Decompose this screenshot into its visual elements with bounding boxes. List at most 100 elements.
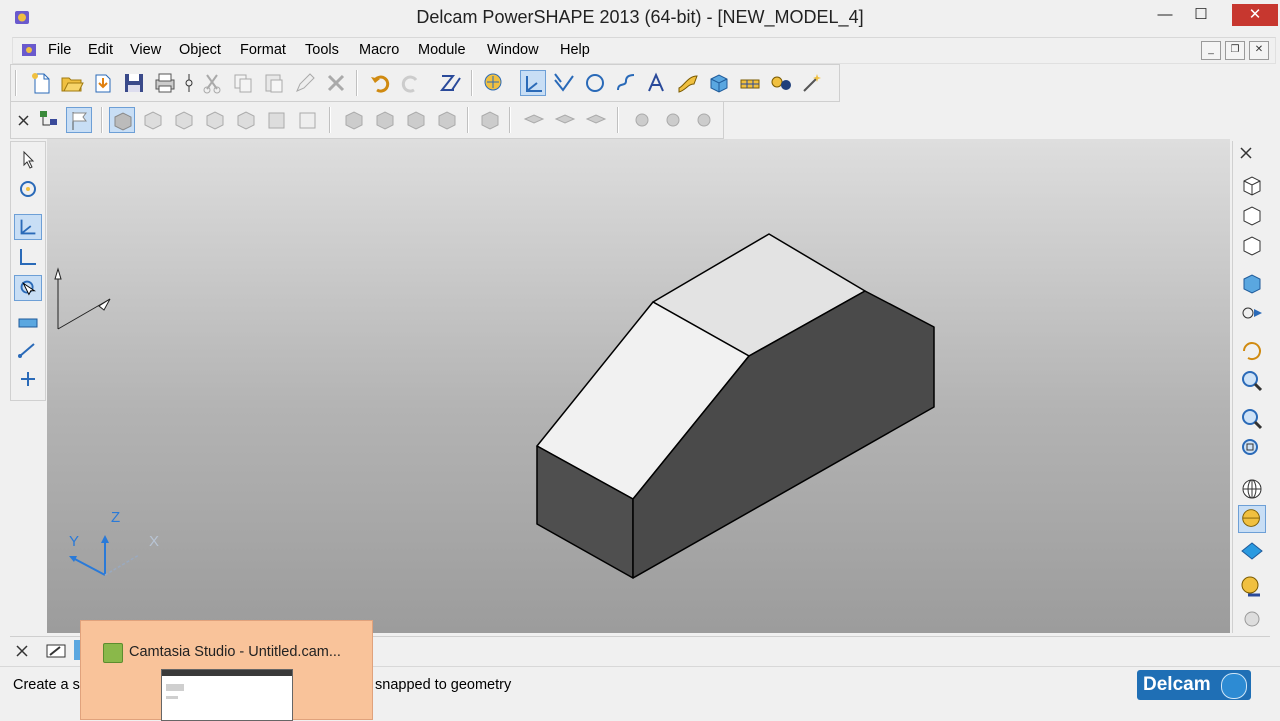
- zoom-box-icon[interactable]: [1238, 435, 1266, 463]
- solid-tool-icon[interactable]: [706, 70, 732, 96]
- menu-file[interactable]: File: [48, 42, 71, 58]
- sketch-pen-icon[interactable]: [438, 70, 464, 96]
- wireframe-view-icon[interactable]: [140, 107, 166, 133]
- quick-select-icon[interactable]: [14, 176, 42, 202]
- shaded-globe-icon[interactable]: [1238, 505, 1266, 533]
- shaded-solid-icon[interactable]: [1238, 537, 1266, 565]
- taskbar-preview-popup[interactable]: Camtasia Studio - Untitled.cam...: [80, 620, 373, 721]
- magic-wand-icon[interactable]: [799, 70, 825, 96]
- light-3-icon[interactable]: [691, 107, 717, 133]
- shaded-view-icon[interactable]: [109, 107, 135, 133]
- menu-macro[interactable]: Macro: [359, 42, 399, 58]
- mesh-tool-icon[interactable]: [737, 70, 763, 96]
- level-icon[interactable]: [481, 70, 507, 96]
- maximize-button[interactable]: ☐: [1186, 4, 1216, 26]
- mdi-restore-button[interactable]: ❐: [1225, 41, 1245, 60]
- workplane-rotate-icon[interactable]: [14, 275, 42, 301]
- edit-pencil-icon[interactable]: [292, 70, 318, 96]
- menu-object[interactable]: Object: [179, 42, 221, 58]
- light-1-icon[interactable]: [629, 107, 655, 133]
- menu-bar: File Edit View Object Format Tools Macro…: [12, 37, 1276, 64]
- copy-icon[interactable]: [230, 70, 256, 96]
- shade-option-2-icon[interactable]: [372, 107, 398, 133]
- add-view-icon[interactable]: [477, 107, 503, 133]
- delete-icon[interactable]: [323, 70, 349, 96]
- box-view-icon[interactable]: [264, 107, 290, 133]
- rotate-view-icon[interactable]: [233, 107, 259, 133]
- print-icon[interactable]: [152, 70, 178, 96]
- y-axis-label: Y: [69, 533, 79, 550]
- main-toolbar: [10, 64, 840, 102]
- window-title: Delcam PowerSHAPE 2013 (64-bit) - [NEW_M…: [416, 7, 864, 27]
- material-icon[interactable]: [1238, 573, 1266, 601]
- workplane-axis-icon: [54, 267, 111, 330]
- open-icon[interactable]: [59, 70, 85, 96]
- box-outline-icon[interactable]: [295, 107, 321, 133]
- delcam-logo-text: Delcam: [1143, 674, 1211, 695]
- document-icon[interactable]: [21, 42, 37, 58]
- workplane-edge-icon[interactable]: [14, 336, 42, 362]
- model-viewport[interactable]: Z Y X: [47, 139, 1230, 633]
- layer-3-icon[interactable]: [583, 107, 609, 133]
- view-iso2-icon[interactable]: [1238, 201, 1266, 229]
- redo-icon[interactable]: [398, 70, 424, 96]
- import-icon[interactable]: [90, 70, 116, 96]
- tree-icon[interactable]: [36, 107, 62, 133]
- select-arrow-icon[interactable]: [14, 146, 42, 172]
- taskbar-preview-thumbnail[interactable]: [161, 669, 293, 721]
- new-icon[interactable]: [28, 70, 54, 96]
- view-cycle-icon[interactable]: [1238, 299, 1266, 327]
- view-3d-icon[interactable]: [1238, 269, 1266, 297]
- curve-tool-icon[interactable]: [613, 70, 639, 96]
- undo-icon[interactable]: [367, 70, 393, 96]
- zoom-icon[interactable]: [1238, 367, 1266, 395]
- text-tool-icon[interactable]: [644, 70, 670, 96]
- mdi-close-button[interactable]: ✕: [1249, 41, 1269, 60]
- menu-window[interactable]: Window: [487, 42, 539, 58]
- solid-model[interactable]: [536, 233, 935, 579]
- shade-option-1-icon[interactable]: [341, 107, 367, 133]
- workplane-plane-icon[interactable]: [14, 307, 42, 333]
- flag-icon[interactable]: [66, 107, 92, 133]
- status-text-left: Create a si: [13, 677, 84, 693]
- rotate-view-right-icon[interactable]: [1238, 337, 1266, 365]
- hidden-line-icon[interactable]: [171, 107, 197, 133]
- right-toolbar-close-icon[interactable]: [1238, 145, 1254, 161]
- electrode-tool-icon[interactable]: [768, 70, 794, 96]
- line-tool-icon[interactable]: [551, 70, 577, 96]
- layer-2-icon[interactable]: [552, 107, 578, 133]
- paste-icon[interactable]: [261, 70, 287, 96]
- cut-icon[interactable]: [199, 70, 225, 96]
- view-iso1-icon[interactable]: [1238, 171, 1266, 199]
- workplane-tool-icon[interactable]: [520, 70, 546, 96]
- surface-tool-icon[interactable]: [675, 70, 701, 96]
- shade-option-3-icon[interactable]: [403, 107, 429, 133]
- right-toolbar: [1232, 141, 1271, 633]
- command-input-icon[interactable]: [44, 640, 68, 662]
- menu-format[interactable]: Format: [240, 42, 286, 58]
- workplane-point-icon[interactable]: [14, 366, 42, 392]
- mdi-minimize-button[interactable]: _: [1201, 41, 1221, 60]
- light-2-icon[interactable]: [660, 107, 686, 133]
- toolbar-close-icon[interactable]: [11, 107, 37, 133]
- circle-tool-icon[interactable]: [582, 70, 608, 96]
- save-icon[interactable]: [121, 70, 147, 96]
- command-close-icon[interactable]: [14, 643, 30, 659]
- extra-view-icon[interactable]: [1238, 605, 1266, 633]
- globe-icon[interactable]: [1238, 475, 1266, 503]
- shade-option-4-icon[interactable]: [434, 107, 460, 133]
- workplane-side-icon[interactable]: [14, 214, 42, 240]
- menu-edit[interactable]: Edit: [88, 42, 113, 58]
- menu-help[interactable]: Help: [560, 42, 590, 58]
- section-view-icon[interactable]: [202, 107, 228, 133]
- menu-view[interactable]: View: [130, 42, 161, 58]
- taskbar-preview-title[interactable]: Camtasia Studio - Untitled.cam...: [129, 644, 341, 660]
- menu-module[interactable]: Module: [418, 42, 466, 58]
- layer-1-icon[interactable]: [521, 107, 547, 133]
- workplane-alt-icon[interactable]: [14, 244, 42, 270]
- close-button[interactable]: ✕: [1232, 4, 1278, 26]
- minimize-button[interactable]: —: [1150, 4, 1180, 26]
- zoom-all-icon[interactable]: [1238, 405, 1266, 433]
- menu-tools[interactable]: Tools: [305, 42, 339, 58]
- view-iso3-icon[interactable]: [1238, 231, 1266, 259]
